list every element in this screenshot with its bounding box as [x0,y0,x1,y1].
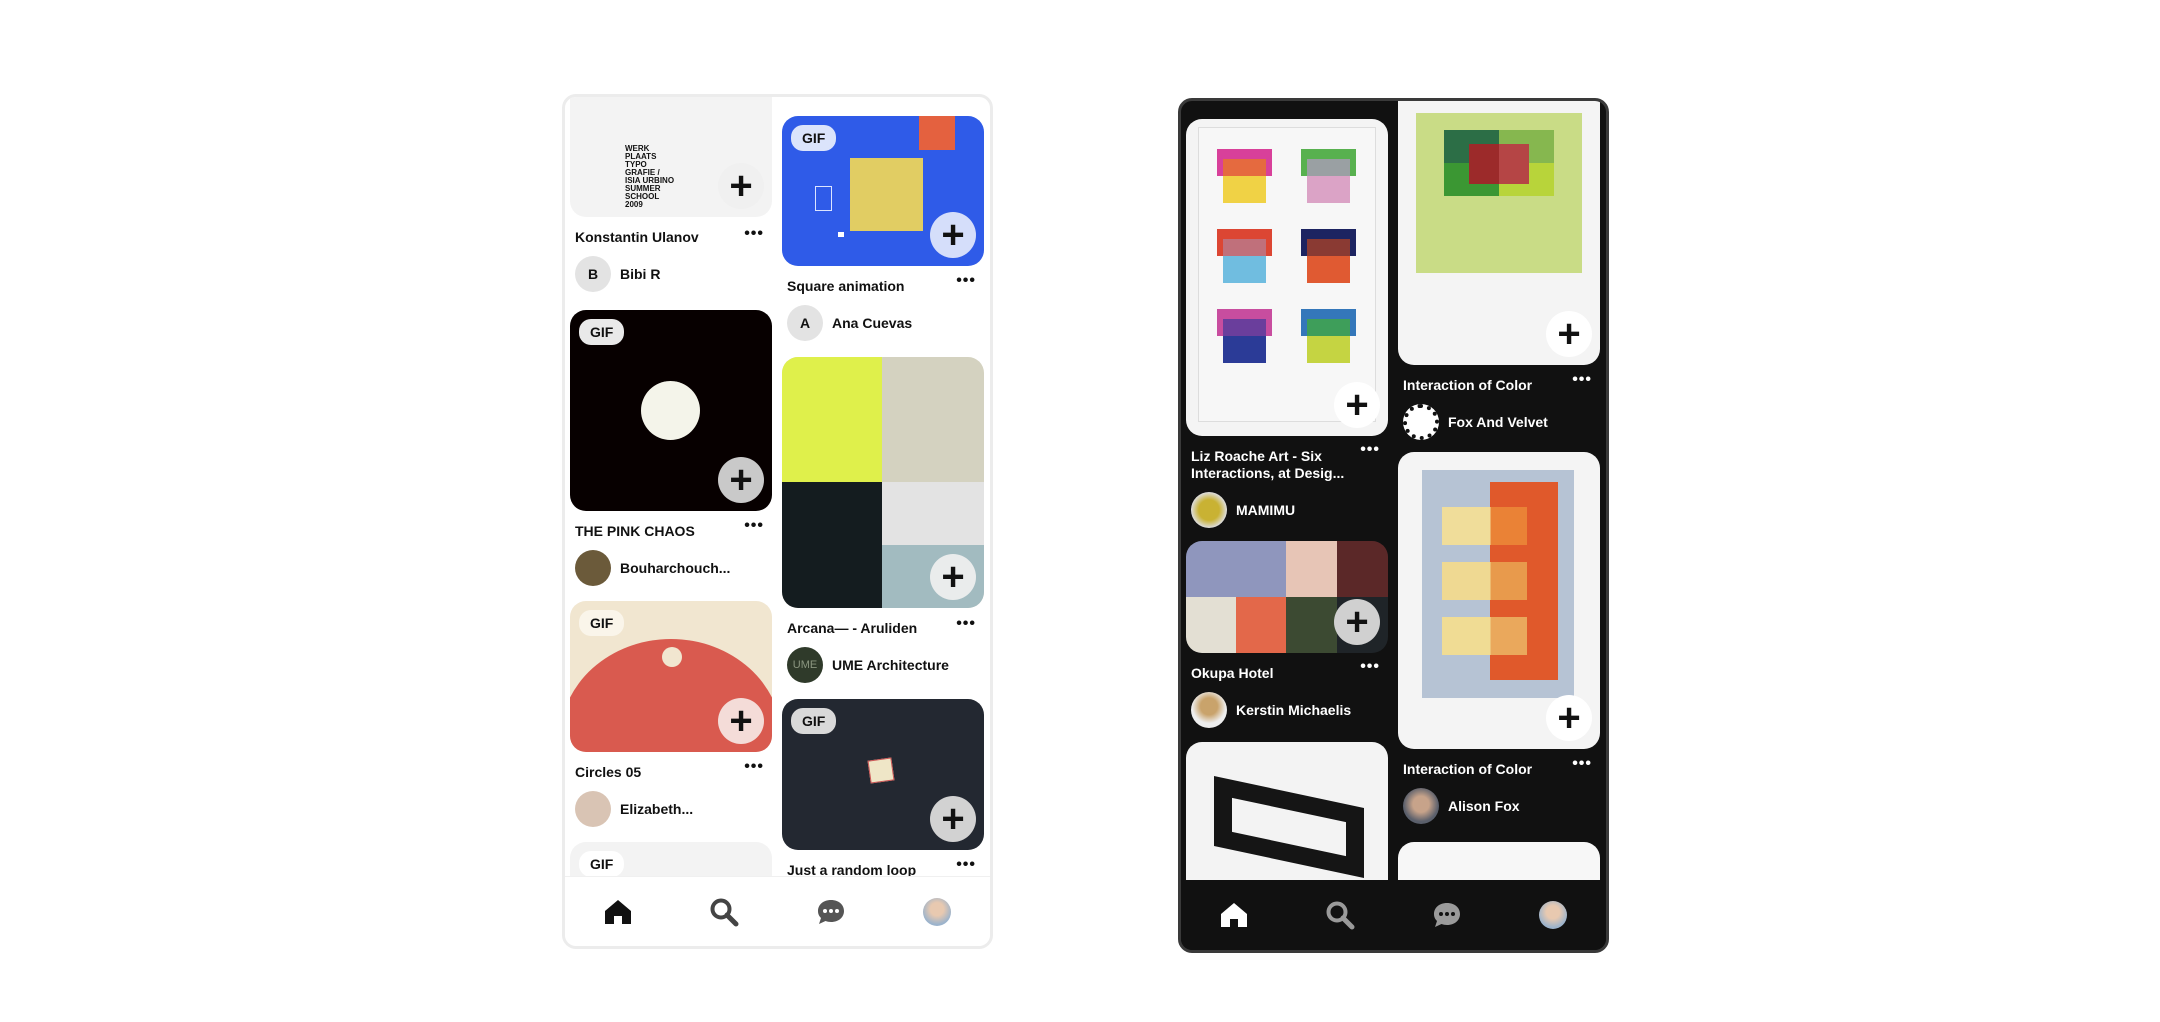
pin-title: THE PINK CHAOS [575,523,695,539]
profile-avatar[interactable] [1536,898,1570,932]
home-icon[interactable] [601,895,635,929]
pin-image[interactable] [1186,742,1388,902]
messages-icon[interactable] [1430,898,1464,932]
avatar: A [787,305,823,341]
author-name: Elizabeth... [620,801,694,817]
save-plus-button[interactable]: + [1334,599,1380,645]
pin-card[interactable]: + ••• Liz Roache Art - Six Interactions,… [1186,119,1388,528]
save-plus-button[interactable]: + [1334,382,1380,428]
pin-card[interactable]: + ••• Interaction of Color Alison Fox [1398,452,1600,824]
pin-image[interactable]: + [1398,452,1600,749]
avatar [1403,404,1439,440]
pin-image[interactable]: WERK PLAATS TYPO GRAFIE / ISIA URBINO SU… [570,97,772,217]
gif-badge: GIF [791,708,837,734]
pin-title: Konstantin Ulanov [575,229,699,245]
more-options-button[interactable]: ••• [956,272,976,290]
more-options-button[interactable]: ••• [744,225,764,243]
save-plus-button[interactable]: + [718,457,764,503]
pin-image[interactable]: + [782,357,984,608]
pin-title: Liz Roache Art - Six Interactions, at De… [1191,448,1345,481]
save-plus-button[interactable]: + [718,163,764,209]
save-plus-button[interactable]: + [1546,695,1592,741]
gif-badge: GIF [579,610,625,636]
pin-image[interactable]: + [1398,101,1600,365]
gif-badge: GIF [791,125,837,151]
pin-image[interactable]: GIF + [782,116,984,266]
pin-title: Okupa Hotel [1191,665,1274,681]
pin-title: Circles 05 [575,764,642,780]
pin-title: Interaction of Color [1403,377,1533,393]
profile-avatar[interactable] [920,895,954,929]
save-plus-button[interactable]: + [930,796,976,842]
pin-title: Arcana— - Aruliden [787,620,918,636]
pin-card[interactable]: + ••• Okupa Hotel Kerstin Michaelis [1186,541,1388,728]
pin-image[interactable]: + [1186,119,1388,436]
more-options-button[interactable]: ••• [744,517,764,535]
more-options-button[interactable]: ••• [1572,371,1592,389]
avatar [575,791,611,827]
save-plus-button[interactable]: + [930,212,976,258]
bottom-nav [565,876,990,946]
author-name: UME Architecture [832,657,949,673]
save-plus-button[interactable]: + [1546,311,1592,357]
pin-author[interactable]: MAMIMU [1191,492,1388,528]
light-mode-phone: WERK PLAATS TYPO GRAFIE / ISIA URBINO SU… [562,94,993,949]
avatar [575,550,611,586]
more-options-button[interactable]: ••• [1360,441,1380,459]
search-icon[interactable] [707,895,741,929]
author-name: Fox And Velvet [1448,414,1548,430]
gif-badge: GIF [579,319,625,345]
save-plus-button[interactable]: + [718,698,764,744]
pin-image[interactable]: + [1186,541,1388,653]
more-options-button[interactable]: ••• [1360,658,1380,676]
pin-card[interactable]: + ••• Interaction of Color Fox And Velve… [1398,101,1600,440]
pin-author[interactable]: UME UME Architecture [787,647,984,683]
pin-card[interactable]: + ••• Arcana— - Aruliden UME UME Architec… [782,357,984,683]
pin-image[interactable]: GIF + [570,601,772,752]
search-icon[interactable] [1323,898,1357,932]
pin-image[interactable]: GIF + [570,310,772,511]
pin-card[interactable]: GIF + ••• THE PINK CHAOS Bouharchouch... [570,310,772,586]
pin-author[interactable]: B Bibi R [575,256,772,292]
bottom-nav [1181,880,1606,950]
author-name: Ana Cuevas [832,315,913,331]
pin-title: Square animation [787,278,905,294]
pin-author[interactable]: A Ana Cuevas [787,305,984,341]
author-name: MAMIMU [1236,502,1296,518]
pin-author[interactable]: Kerstin Michaelis [1191,692,1388,728]
pin-card[interactable]: GIF + ••• Circles 05 Elizabeth... [570,601,772,827]
more-options-button[interactable]: ••• [1572,755,1592,773]
author-name: Bouharchouch... [620,560,731,576]
pin-card[interactable] [1186,742,1388,902]
messages-icon[interactable] [814,895,848,929]
avatar: B [575,256,611,292]
avatar [1191,492,1227,528]
pin-author[interactable]: Alison Fox [1403,788,1600,824]
pin-author[interactable]: Elizabeth... [575,791,772,827]
home-icon[interactable] [1217,898,1251,932]
avatar [1191,692,1227,728]
author-name: Bibi R [620,266,661,282]
author-name: Kerstin Michaelis [1236,702,1352,718]
more-options-button[interactable]: ••• [744,758,764,776]
dark-mode-phone: + ••• Liz Roache Art - Six Interactions,… [1178,98,1609,953]
avatar: UME [787,647,823,683]
pin-author[interactable]: Bouharchouch... [575,550,772,586]
pin-author[interactable]: Fox And Velvet [1403,404,1600,440]
author-name: Alison Fox [1448,798,1520,814]
gif-badge: GIF [579,851,625,877]
more-options-button[interactable]: ••• [956,615,976,633]
pin-card[interactable]: GIF + ••• Just a random loop [782,699,984,879]
poster-text: WERK PLAATS TYPO GRAFIE / ISIA URBINO SU… [625,144,675,209]
pin-title: Interaction of Color [1403,761,1533,777]
more-options-button[interactable]: ••• [956,856,976,874]
pin-image[interactable]: GIF + [782,699,984,850]
pin-card[interactable]: WERK PLAATS TYPO GRAFIE / ISIA URBINO SU… [570,97,772,292]
avatar [1403,788,1439,824]
pin-card[interactable]: GIF + ••• Square animation A Ana Cuevas [782,116,984,341]
save-plus-button[interactable]: + [930,554,976,600]
